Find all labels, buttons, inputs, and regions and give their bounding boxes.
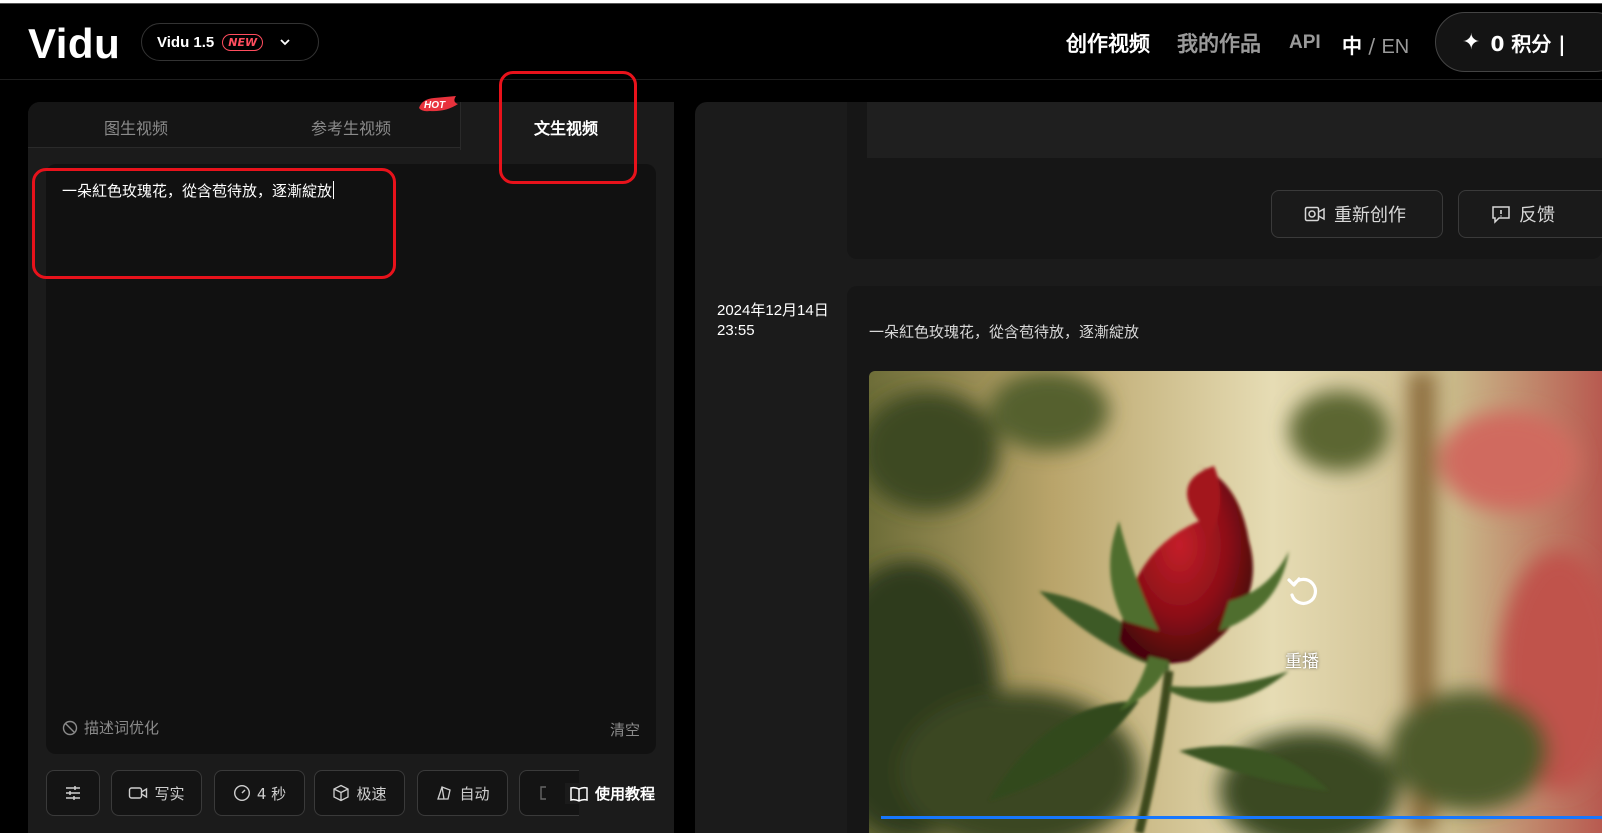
bracket-icon [540, 786, 546, 800]
replay-icon[interactable] [1281, 571, 1325, 615]
annotation-highlight-prompt [32, 168, 396, 279]
prompt-optimize-toggle[interactable]: 描述词优化 [62, 717, 159, 738]
vidu-logo[interactable]: Vidu [28, 20, 120, 68]
credits-label: 0 积分 | [1490, 31, 1566, 56]
recreate-button[interactable]: 重新创作 [1271, 190, 1443, 238]
book-icon [570, 786, 588, 802]
nav-my-works[interactable]: 我的作品 [1177, 28, 1261, 58]
result-date: 2024年12月14日 [717, 302, 829, 319]
settings-button[interactable] [46, 770, 100, 816]
sparkle-icon: ✦ [1462, 29, 1481, 55]
credits-button[interactable]: ✦ 0 积分 | [1435, 12, 1602, 72]
tutorial-link[interactable]: 使用教程 [565, 783, 656, 804]
recreate-label: 重新创作 [1334, 205, 1406, 226]
tab-reference-to-video[interactable]: 参考生视频 [311, 115, 391, 139]
cube-icon [333, 784, 350, 802]
aspect-ratio-icon [437, 786, 452, 800]
chevron-down-icon [280, 39, 290, 46]
disabled-icon [62, 720, 78, 735]
generation-settings-toolbar: 写实 4 秒 极速 自动 使用教程 [46, 770, 666, 816]
timer-icon [233, 784, 250, 802]
duration-button[interactable]: 4 秒 [214, 770, 305, 816]
lang-zh[interactable]: 中 [1342, 34, 1362, 58]
previous-result-card: 重新创作 反馈 [847, 102, 1602, 259]
feedback-button[interactable]: 反馈 [1458, 190, 1602, 238]
aspect-button[interactable]: 自动 [417, 770, 508, 816]
new-badge: NEW [222, 33, 264, 51]
video-progress-bar[interactable] [881, 816, 1602, 819]
hot-badge-icon: HOT [419, 96, 458, 112]
sliders-icon [66, 786, 80, 800]
version-label: Vidu 1.5 [157, 33, 215, 51]
nav-api[interactable]: API [1289, 32, 1321, 54]
tab-image-to-video[interactable]: 图生视频 [104, 115, 168, 139]
previous-result-media [867, 102, 1602, 158]
annotation-highlight-tab [499, 71, 637, 184]
rose-video-frame [869, 371, 1602, 833]
result-card: 一朵紅色玫瑰花，從含苞待放，逐漸綻放 重播 [847, 286, 1602, 833]
video-camera-icon [129, 787, 148, 799]
svg-text:HOT: HOT [424, 100, 446, 111]
result-video-player[interactable]: 重播 [869, 371, 1602, 833]
tutorial-label: 使用教程 [595, 785, 656, 803]
top-header: Vidu Vidu 1.5 NEW 创作视频 我的作品 API 中 / EN ✦… [0, 4, 1602, 80]
tab-strip [28, 102, 460, 148]
speed-label: 极速 [356, 784, 387, 803]
speed-button[interactable]: 极速 [314, 770, 405, 816]
model-version-selector[interactable]: Vidu 1.5 NEW [141, 23, 319, 61]
lang-separator: / [1368, 34, 1376, 58]
language-switcher[interactable]: 中 / EN [1342, 30, 1409, 59]
style-label: 写实 [154, 784, 185, 803]
replay-label[interactable]: 重播 [1285, 647, 1319, 672]
feedback-icon [1492, 206, 1510, 224]
style-button[interactable]: 写实 [111, 770, 202, 816]
duration-label: 4 秒 [256, 784, 287, 803]
results-panel: 重新创作 反馈 2024年12月14日 23:55 一朵紅色玫瑰花，從含苞待放，… [695, 102, 1602, 833]
optimize-label: 描述词优化 [84, 719, 160, 737]
rotate-left-icon [1287, 577, 1318, 605]
result-prompt: 一朵紅色玫瑰花，從含苞待放，逐漸綻放 [869, 323, 1140, 341]
clear-button[interactable]: 清空 [610, 719, 640, 740]
nav-create-video[interactable]: 创作视频 [1066, 28, 1150, 58]
aspect-label: 自动 [459, 784, 490, 803]
result-time: 23:55 [717, 322, 755, 339]
feedback-label: 反馈 [1519, 205, 1555, 226]
lang-en[interactable]: EN [1381, 36, 1409, 58]
result-timestamp: 2024年12月14日 23:55 [717, 301, 829, 341]
video-recreate-icon [1304, 206, 1325, 222]
